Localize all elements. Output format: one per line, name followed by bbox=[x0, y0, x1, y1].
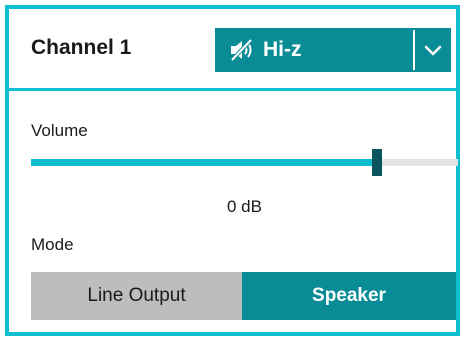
mode-toggle: Line Output Speaker bbox=[31, 272, 456, 320]
mode-line-output-button[interactable]: Line Output bbox=[31, 272, 242, 320]
channel-header: Channel 1 Hi-z bbox=[9, 9, 456, 91]
speaker-muted-icon bbox=[229, 38, 255, 62]
output-mode-dropdown[interactable]: Hi-z bbox=[215, 28, 451, 72]
volume-value: 0 dB bbox=[227, 197, 262, 216]
channel-panel: Channel 1 Hi-z Volume 0 dB Mode Line Out… bbox=[5, 5, 460, 336]
output-mode-value: Hi-z bbox=[263, 38, 302, 61]
mode-label: Mode bbox=[31, 235, 74, 254]
volume-slider[interactable] bbox=[31, 149, 458, 176]
chevron-down-icon[interactable] bbox=[415, 28, 451, 72]
volume-slider-fill bbox=[31, 159, 377, 166]
volume-slider-thumb[interactable] bbox=[371, 149, 382, 176]
volume-label: Volume bbox=[31, 121, 88, 140]
mode-speaker-button[interactable]: Speaker bbox=[242, 272, 456, 320]
channel-title: Channel 1 bbox=[31, 36, 132, 59]
output-mode-select[interactable]: Hi-z bbox=[215, 28, 413, 72]
volume-slider-track[interactable] bbox=[31, 159, 458, 166]
